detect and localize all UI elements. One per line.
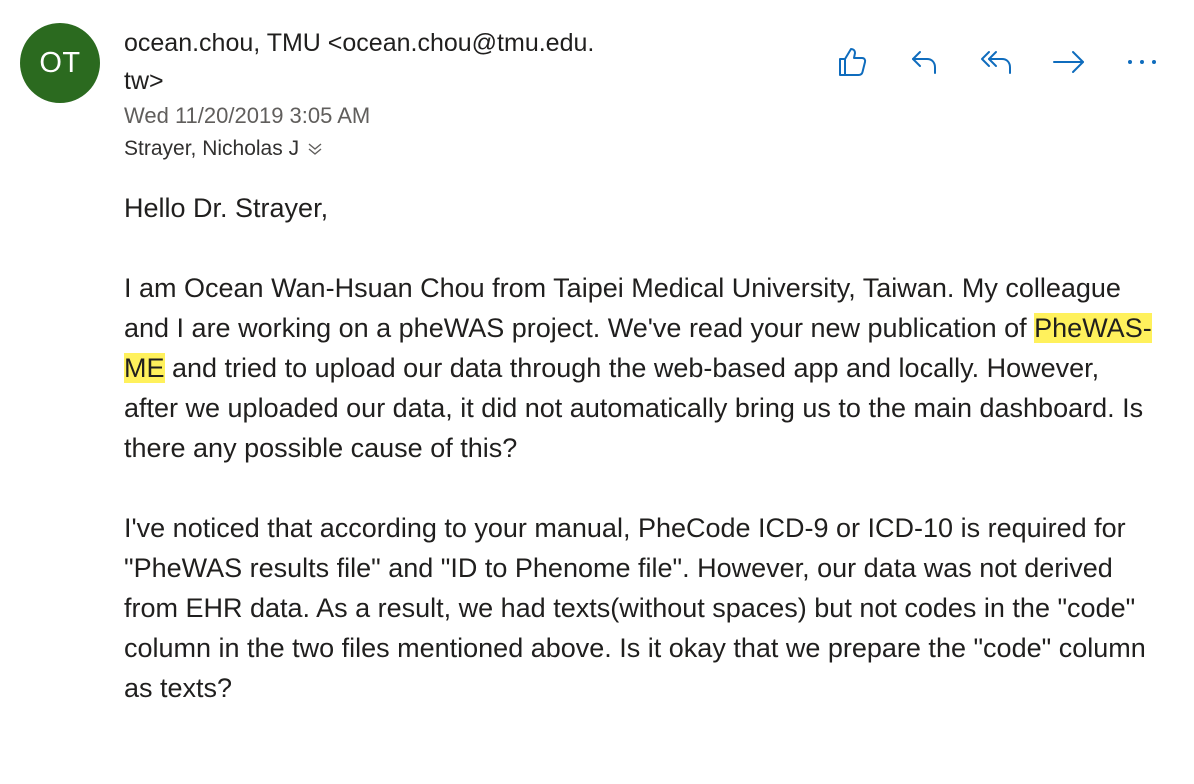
like-icon: [839, 48, 867, 76]
reply-icon: [912, 51, 936, 74]
avatar-initials: OT: [39, 46, 81, 79]
message-body: Hello Dr. Strayer, I am Ocean Wan-Hsuan …: [124, 188, 1154, 748]
reply-all-icon: [981, 51, 1011, 74]
message-date: Wed 11/20/2019 3:05 AM: [124, 103, 371, 128]
expand-recipients-icon[interactable]: [306, 140, 324, 158]
avatar[interactable]: OT: [20, 23, 100, 103]
message-actions: [830, 40, 1170, 84]
paragraph-1-text-b: and tried to upload our data through the…: [124, 353, 1144, 463]
sender[interactable]: ocean.chou, TMU <ocean.chou@tmu.edu. tw>: [124, 24, 664, 100]
forward-icon: [1053, 51, 1084, 73]
recipient-name: Strayer, Nicholas J: [124, 137, 300, 160]
body-paragraph-1: I am Ocean Wan-Hsuan Chou from Taipei Me…: [124, 268, 1154, 468]
recipient-line[interactable]: Strayer, Nicholas J: [124, 134, 324, 164]
paragraph-1-text-a: I am Ocean Wan-Hsuan Chou from Taipei Me…: [124, 273, 1121, 343]
reply-button[interactable]: [902, 40, 946, 84]
greeting: Hello Dr. Strayer,: [124, 193, 329, 223]
sender-line-2: tw>: [124, 67, 164, 95]
body-paragraph-2: I've noticed that according to your manu…: [124, 513, 1146, 703]
forward-button[interactable]: [1047, 40, 1091, 84]
more-actions-button[interactable]: [1120, 40, 1164, 84]
reply-all-button[interactable]: [975, 40, 1019, 84]
more-icon: [1128, 60, 1156, 64]
sender-line-1: ocean.chou, TMU <ocean.chou@tmu.edu.: [124, 29, 595, 57]
like-button[interactable]: [830, 40, 874, 84]
